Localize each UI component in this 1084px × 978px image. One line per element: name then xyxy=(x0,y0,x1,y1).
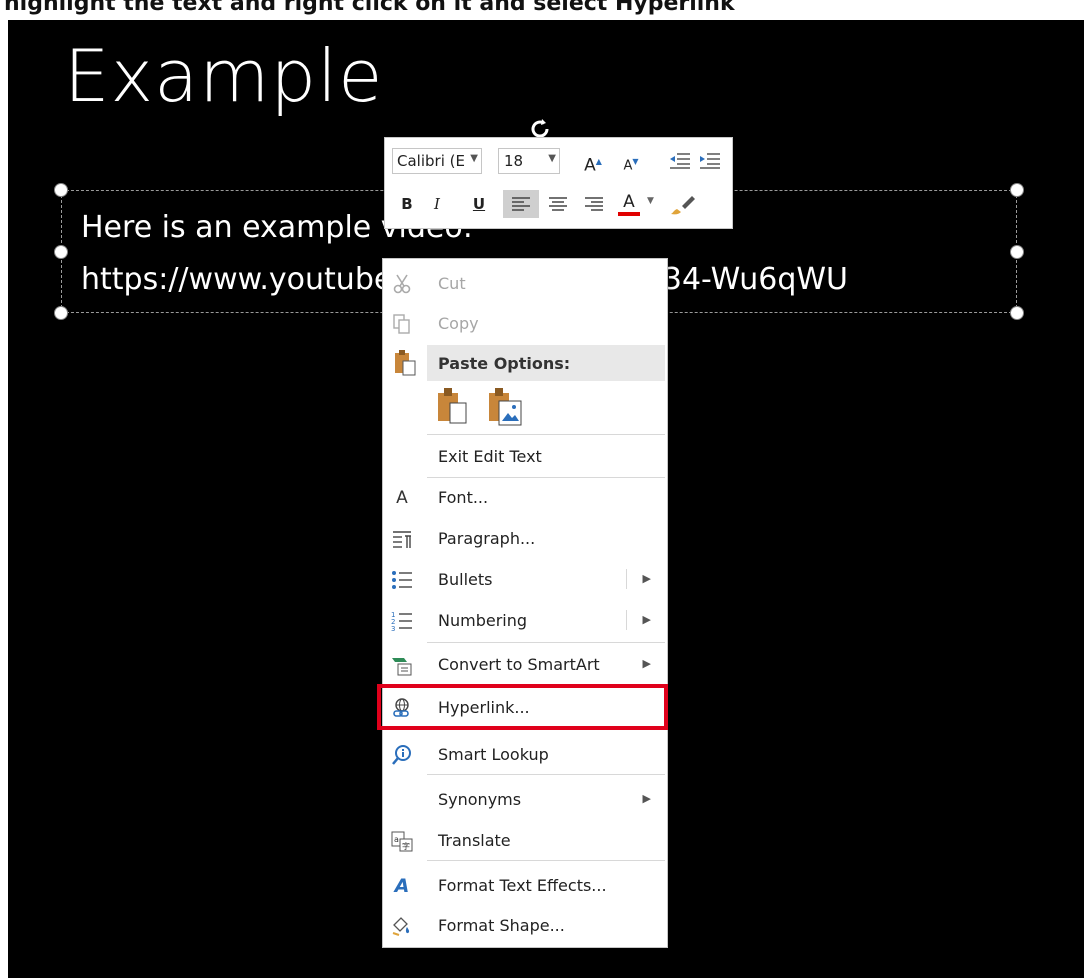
menu-item-label: Convert to SmartArt xyxy=(438,655,600,674)
font-name-dropdown[interactable]: Calibri (E ▼ xyxy=(392,148,482,174)
increase-indent-icon[interactable] xyxy=(699,152,721,170)
format-shape-icon xyxy=(392,917,410,936)
resize-handle-top-right[interactable] xyxy=(1010,183,1024,197)
menu-item-paragraph[interactable]: Paragraph... xyxy=(383,520,667,556)
menu-item-label: Cut xyxy=(438,274,466,293)
resize-handle-bottom-right[interactable] xyxy=(1010,306,1024,320)
menu-item-synonyms[interactable]: Synonyms ▶ xyxy=(383,781,667,817)
instruction-text: highlight the text and right click on it… xyxy=(4,0,735,16)
menu-item-label: Format Text Effects... xyxy=(438,876,607,895)
numbering-icon: 1 2 3 xyxy=(391,611,412,632)
context-menu: Cut Copy Paste Options: Exit Edit Text A… xyxy=(382,258,668,948)
align-right-icon xyxy=(585,197,603,211)
copy-icon xyxy=(393,314,410,334)
menu-item-format-text-effects[interactable]: A Format Text Effects... xyxy=(383,867,667,903)
menu-item-numbering[interactable]: 1 2 3 Numbering ▶ xyxy=(383,602,667,638)
menu-item-smart-lookup[interactable]: Smart Lookup xyxy=(383,736,667,772)
clipboard-icon xyxy=(395,350,416,376)
align-center-button[interactable] xyxy=(545,190,571,218)
menu-separator xyxy=(427,774,665,775)
menu-item-font[interactable]: A Font... xyxy=(383,479,667,515)
menu-item-translate[interactable]: a 字 Translate xyxy=(383,822,667,858)
bullets-icon xyxy=(392,571,412,589)
menu-item-label: Synonyms xyxy=(438,790,522,809)
svg-text:3: 3 xyxy=(391,625,395,632)
paragraph-icon xyxy=(393,531,411,548)
font-color-icon: A xyxy=(623,192,635,212)
grow-font-icon: A xyxy=(584,155,596,176)
menu-item-label: Bullets xyxy=(438,570,493,589)
menu-item-copy[interactable]: Copy xyxy=(383,305,667,341)
menu-item-label: Format Shape... xyxy=(438,916,565,935)
align-left-button[interactable] xyxy=(503,190,539,218)
chevron-down-icon[interactable]: ▼ xyxy=(647,196,654,206)
menu-item-exit-edit-text[interactable]: Exit Edit Text xyxy=(383,438,667,474)
resize-handle-right[interactable] xyxy=(1010,245,1024,259)
font-color-button[interactable]: A xyxy=(617,188,641,216)
instruction-caption: highlight the text and right click on it… xyxy=(0,0,1084,20)
menu-item-label: Font... xyxy=(438,488,489,507)
menu-separator xyxy=(427,477,665,478)
translate-icon: a 字 xyxy=(391,831,413,852)
resize-handle-top-left[interactable] xyxy=(54,183,68,197)
svg-text:字: 字 xyxy=(402,841,410,851)
font-size-dropdown[interactable]: 18 ▼ xyxy=(498,148,560,174)
resize-handle-left[interactable] xyxy=(54,245,68,259)
menu-item-convert-smartart[interactable]: Convert to SmartArt ▶ xyxy=(383,646,667,682)
menu-separator xyxy=(427,860,665,861)
bold-button[interactable]: B xyxy=(397,190,417,218)
resize-handle-bottom-left[interactable] xyxy=(54,306,68,320)
chevron-down-icon: ▼ xyxy=(470,153,478,164)
align-right-button[interactable] xyxy=(581,190,607,218)
paste-options-header: Paste Options: xyxy=(427,345,665,381)
text-effects-icon: A xyxy=(394,875,410,897)
scissors-icon xyxy=(393,274,411,294)
chevron-right-icon[interactable]: ▶ xyxy=(643,613,651,626)
font-name-value: Calibri (E xyxy=(397,152,465,170)
underline-button[interactable]: U xyxy=(469,190,489,218)
font-size-value: 18 xyxy=(504,152,524,170)
font-icon: A xyxy=(396,488,408,508)
align-left-icon xyxy=(512,197,530,211)
menu-item-label: Copy xyxy=(438,314,479,333)
smartart-icon xyxy=(392,658,412,676)
shrink-font-button[interactable]: A▼ xyxy=(621,148,641,176)
menu-separator xyxy=(427,434,665,435)
menu-separator xyxy=(427,642,665,643)
mini-toolbar: Calibri (E ▼ 18 ▼ A▲ A▼ B I U A ▼ xyxy=(384,137,733,229)
chevron-right-icon[interactable]: ▶ xyxy=(643,572,651,585)
menu-item-cut[interactable]: Cut xyxy=(383,265,667,301)
svg-text:a: a xyxy=(394,835,399,844)
menu-item-label: Exit Edit Text xyxy=(438,447,542,466)
font-color-swatch xyxy=(618,212,640,216)
chevron-right-icon[interactable]: ▶ xyxy=(643,657,651,670)
paste-as-picture-icon[interactable] xyxy=(487,387,523,427)
paste-options-label: Paste Options: xyxy=(438,354,571,373)
align-center-icon xyxy=(549,197,567,211)
grow-font-button[interactable]: A▲ xyxy=(583,148,603,176)
menu-item-label: Numbering xyxy=(438,611,528,630)
menu-item-label: Paragraph... xyxy=(438,529,536,548)
menu-item-label: Translate xyxy=(438,831,511,850)
menu-item-bullets[interactable]: Bullets ▶ xyxy=(383,561,667,597)
menu-item-format-shape[interactable]: Format Shape... xyxy=(383,907,667,943)
decrease-indent-icon[interactable] xyxy=(669,152,691,170)
chevron-right-icon[interactable]: ▶ xyxy=(643,792,651,805)
highlight-annotation xyxy=(377,684,668,730)
smart-lookup-icon xyxy=(392,745,411,765)
chevron-down-icon: ▼ xyxy=(548,153,556,164)
paste-keep-formatting-icon[interactable] xyxy=(436,387,468,425)
menu-item-label: Smart Lookup xyxy=(438,745,549,764)
slide-title[interactable]: Example xyxy=(64,40,383,112)
split-divider xyxy=(626,569,627,589)
format-painter-icon[interactable] xyxy=(668,192,696,216)
italic-button[interactable]: I xyxy=(427,190,447,218)
split-divider xyxy=(626,610,627,630)
